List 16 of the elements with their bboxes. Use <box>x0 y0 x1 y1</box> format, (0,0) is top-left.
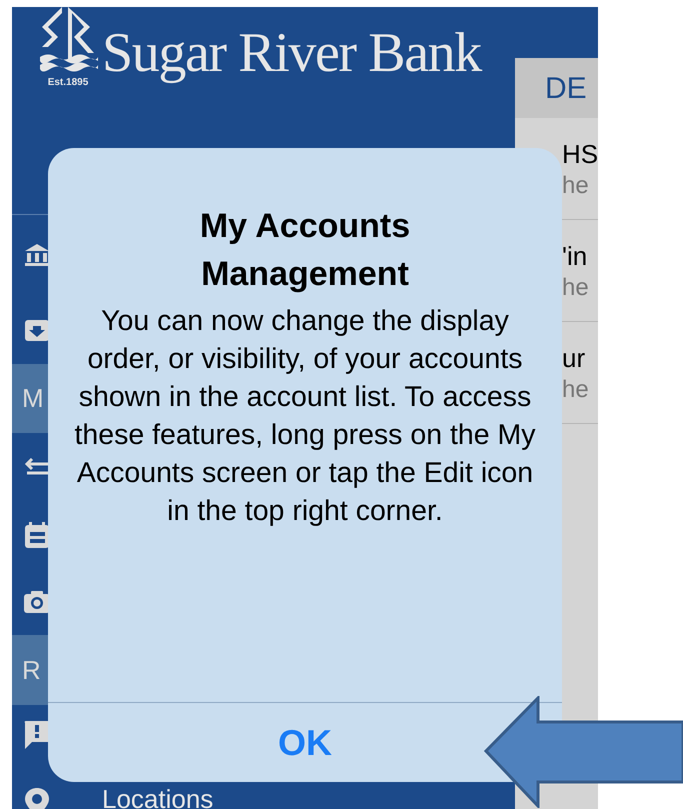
alert-title: My Accounts Management <box>198 206 412 295</box>
account-name: HS <box>562 138 598 170</box>
bank-name-logo: Sugar River Bank <box>102 23 481 83</box>
account-name: 'in <box>562 240 588 272</box>
camera-icon <box>23 590 51 614</box>
account-name: ur <box>562 342 586 374</box>
account-detail: he <box>562 170 590 200</box>
calendar-icon <box>24 521 50 549</box>
account-detail: he <box>562 374 590 404</box>
bank-icon <box>24 242 50 268</box>
chat-alert-icon <box>23 720 51 750</box>
arrows-icon <box>24 458 50 478</box>
menu-item[interactable]: Locations <box>102 787 214 809</box>
section-heading: DE <box>545 70 587 106</box>
established-year: Est.1895 <box>48 77 88 89</box>
account-detail: he <box>562 272 590 302</box>
